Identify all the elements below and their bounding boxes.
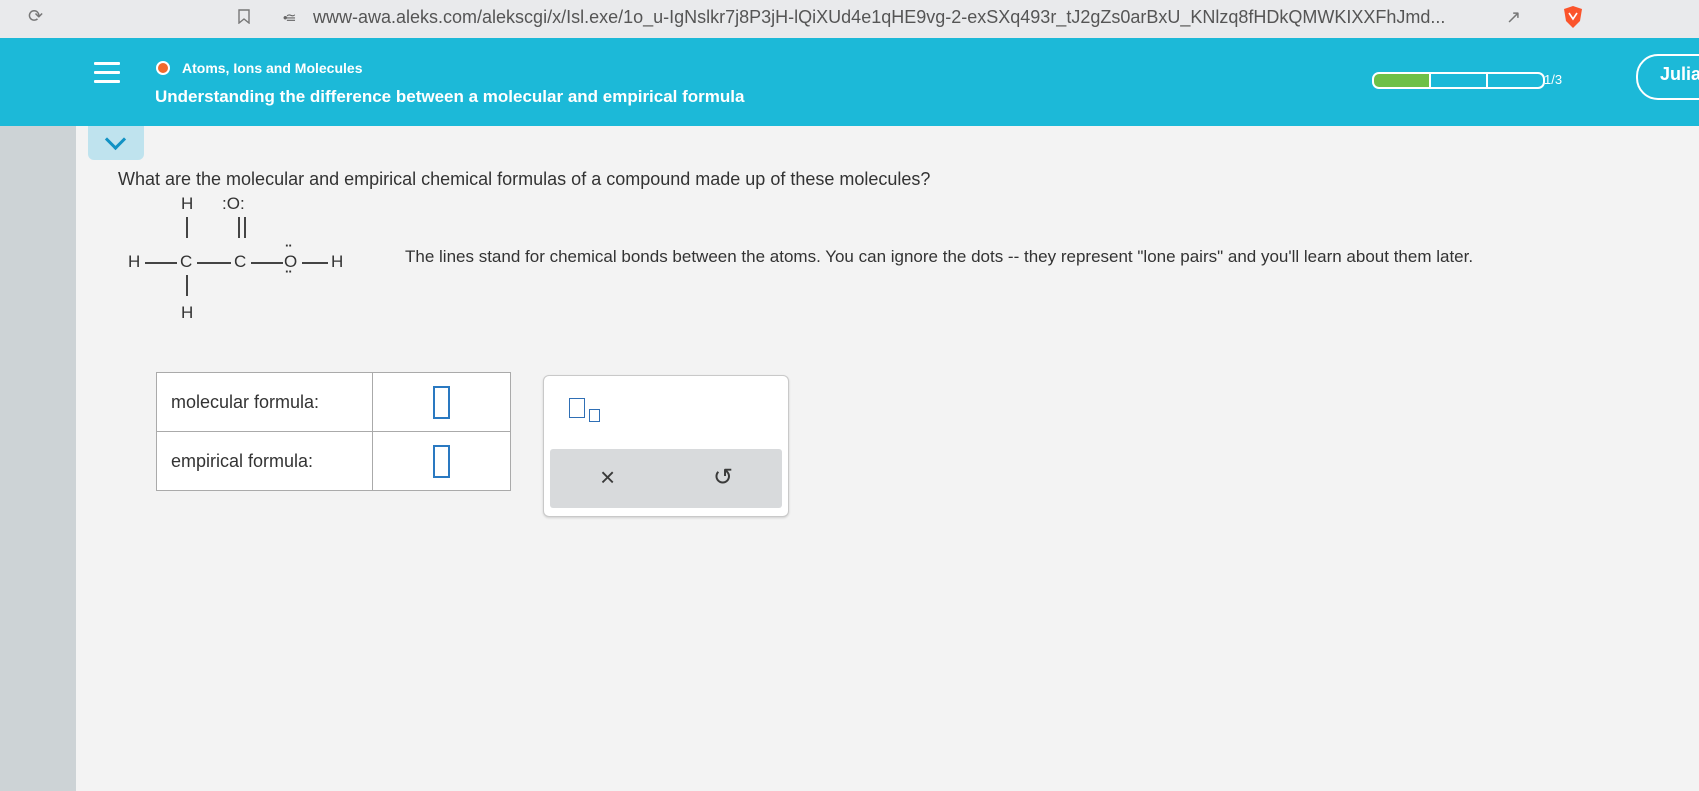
bond-c2-o-double-a [238,217,240,238]
progress-segment-1 [1372,72,1431,90]
undo-button[interactable]: ↺ [713,463,733,492]
molecular-formula-input[interactable] [433,385,450,419]
empirical-formula-label: empirical formula: [156,431,373,491]
bond-c1-h-top [186,217,188,238]
atom-h-left: H [128,252,141,271]
atom-h-right: H [331,252,344,271]
subscript-small-box-icon [589,409,600,422]
empirical-formula-input[interactable] [433,444,450,478]
empirical-formula-cell[interactable] [372,431,511,491]
lewis-structure: H :O: H C C ·· O ·· H H [120,190,370,330]
bond-c1-c2 [197,262,231,264]
question-prompt: What are the molecular and empirical che… [118,169,931,189]
address-bar[interactable]: www-awa.aleks.com/alekscgi/x/Isl.exe/1o_… [313,7,1483,28]
user-name[interactable]: Julia [1660,64,1699,85]
lone-pair-bottom: ·· [285,264,293,279]
bond-c2-o-double-b [244,217,246,238]
molecular-formula-label: molecular formula: [156,372,373,432]
progress-bar [1372,72,1545,90]
atom-o-double: :O: [222,194,245,213]
menu-icon[interactable] [94,62,120,86]
atom-h-bottom: H [181,303,194,322]
progress-segment-2 [1429,72,1488,90]
share-icon[interactable]: ↗ [1506,7,1521,28]
reload-icon[interactable]: ⟳ [28,6,43,27]
palette-action-bar: × ↺ [550,449,782,508]
bond-c1-h-bottom [186,275,188,296]
subscript-template-icon [569,398,585,418]
collapse-header-button[interactable] [88,126,144,160]
subscript-button[interactable] [569,396,611,426]
math-palette: × ↺ [543,375,789,517]
table-row: molecular formula: [156,372,511,432]
lesson-title: Understanding the difference between a m… [155,87,745,106]
progress-segment-3 [1486,72,1545,90]
site-info-icon[interactable]: •≅ [283,10,297,26]
browser-toolbar: ⟳ •≅ www-awa.aleks.com/alekscgi/x/Isl.ex… [0,0,1699,39]
table-row: empirical formula: [156,431,511,491]
atom-c1: C [180,252,193,271]
structure-note: The lines stand for chemical bonds betwe… [405,247,1474,266]
atom-c2: C [234,252,247,271]
chevron-down-icon [104,128,127,151]
brave-shield-icon[interactable] [1562,5,1584,29]
lone-pair-top: ·· [285,238,293,253]
molecular-formula-cell[interactable] [372,372,511,432]
bookmark-icon[interactable] [238,9,250,24]
atom-h-top: H [181,194,194,213]
answer-table: molecular formula: empirical formula: [156,372,511,491]
progress-count: 1/3 [1544,72,1563,87]
topic-name[interactable]: Atoms, Ions and Molecules [182,60,362,76]
clear-button[interactable]: × [600,462,615,493]
bond-c2-o [251,262,283,264]
bond-h-c1 [145,262,177,264]
left-gutter [0,38,76,791]
bond-o-h [302,262,328,264]
topic-status-icon [156,61,170,75]
